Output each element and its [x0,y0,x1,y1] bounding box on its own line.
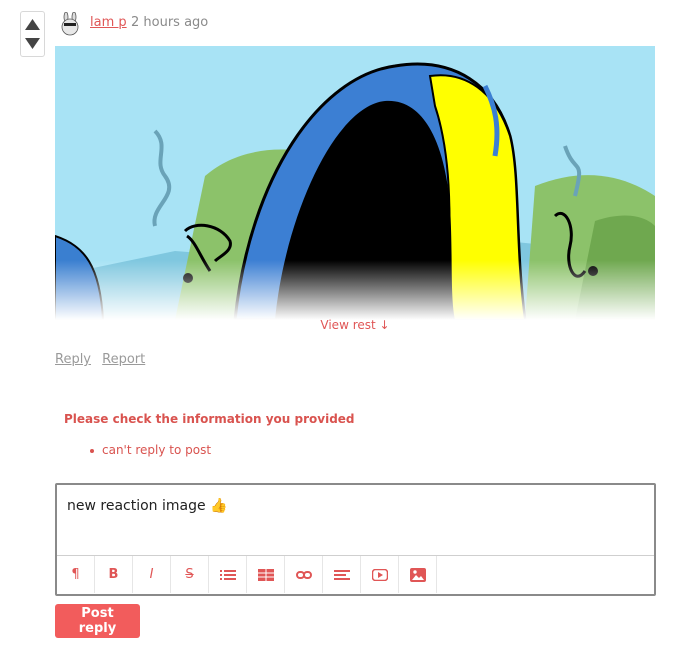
bold-icon[interactable]: B [95,556,133,593]
upvote-arrow-icon[interactable] [24,15,41,33]
reply-link[interactable]: Reply [55,352,91,367]
timestamp: 2 hours ago [131,15,209,30]
paragraph-icon[interactable]: ¶ [57,556,95,593]
downvote-arrow-icon[interactable] [24,35,41,53]
error-item-text: can't reply to post [102,443,212,457]
error-title: Please check the information you provide… [64,412,355,426]
error-list: can't reply to post [90,443,211,457]
view-rest-link[interactable]: View rest ↓ [0,318,686,332]
bulleted-list-icon[interactable] [209,556,247,593]
italic-icon[interactable]: I [133,556,171,593]
report-link[interactable]: Report [102,352,145,367]
video-icon[interactable] [361,556,399,593]
editor-toolbar: ¶ B I S [57,555,654,593]
vote-box [20,11,45,57]
bullet-icon [90,448,94,453]
author-link[interactable]: lam p [90,15,127,30]
image-icon[interactable] [399,556,437,593]
link-icon[interactable] [285,556,323,593]
image-fade [55,260,655,320]
strikethrough-icon[interactable]: S [171,556,209,593]
avatar[interactable] [58,12,82,36]
reply-text[interactable]: new reaction image 👍 [67,498,227,514]
error-item: can't reply to post [90,443,211,457]
comment-actions: Reply Report [55,352,152,367]
post-reply-button[interactable]: Post reply [55,604,140,638]
table-icon[interactable] [247,556,285,593]
reply-editor[interactable]: new reaction image 👍 ¶ B I S [55,483,656,596]
align-icon[interactable] [323,556,361,593]
reaction-image[interactable] [55,46,655,320]
